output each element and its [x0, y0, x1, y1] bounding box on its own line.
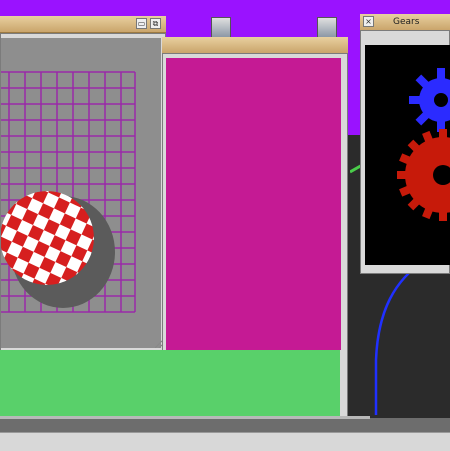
zoom-button[interactable]: ▭	[136, 18, 147, 29]
color-titlebar[interactable]	[162, 37, 348, 54]
boing-window[interactable]: ▭ ⧉	[0, 16, 166, 351]
gears-titlebar[interactable]: × Gears	[360, 14, 450, 31]
boing-ball	[1, 191, 94, 285]
gears-canvas	[365, 45, 450, 265]
bottom-divider	[0, 416, 370, 419]
status-strip	[0, 432, 450, 451]
color-lower-swatch	[0, 350, 340, 416]
depth-button[interactable]: ⧉	[150, 18, 161, 29]
color-upper-swatch	[166, 58, 341, 350]
window-title: Gears	[393, 17, 420, 27]
boing-frame	[0, 33, 166, 351]
gears-window[interactable]: × Gears	[360, 14, 450, 274]
close-button[interactable]: ×	[363, 16, 374, 27]
boing-canvas	[1, 38, 161, 348]
gears-frame	[360, 30, 450, 274]
